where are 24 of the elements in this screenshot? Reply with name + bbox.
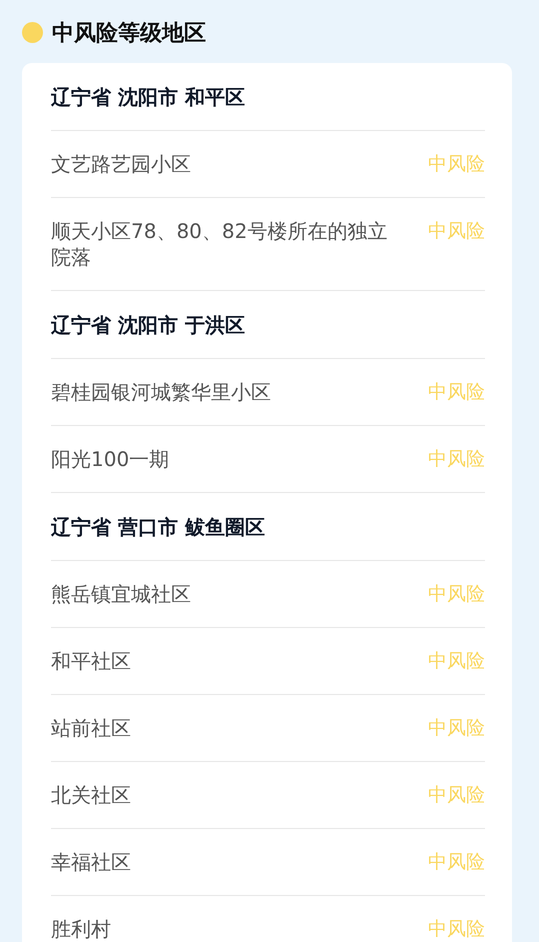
section-title: 中风险等级地区: [52, 20, 206, 48]
area-name: 文艺路艺园小区: [51, 151, 191, 177]
risk-level: 中风险: [428, 582, 485, 607]
risk-level: 中风险: [428, 380, 485, 405]
area-name: 熊岳镇宜城社区: [51, 581, 191, 607]
area-name: 阳光100一期: [51, 446, 170, 472]
area-name: 站前社区: [51, 715, 131, 741]
risk-level: 中风险: [428, 783, 485, 808]
risk-level: 中风险: [428, 917, 485, 942]
area-name: 胜利村: [51, 916, 111, 942]
area-name: 北关社区: [51, 782, 131, 808]
area-name: 幸福社区: [51, 849, 131, 875]
area-name: 碧桂园银河城繁华里小区: [51, 379, 271, 405]
risk-level: 中风险: [428, 447, 485, 472]
region-heading: 辽宁省 营口市 鲅鱼圈区: [51, 514, 265, 541]
region-heading: 辽宁省 沈阳市 于洪区: [51, 312, 245, 339]
area-name: 顺天小区78、80、82号楼所在的独立院落: [51, 218, 388, 270]
risk-level: 中风险: [428, 649, 485, 674]
risk-level: 中风险: [428, 152, 485, 177]
area-name: 和平社区: [51, 648, 131, 674]
risk-level: 中风险: [428, 716, 485, 741]
risk-level: 中风险: [428, 219, 485, 244]
region-heading: 辽宁省 沈阳市 和平区: [51, 84, 245, 111]
risk-level: 中风险: [428, 850, 485, 875]
